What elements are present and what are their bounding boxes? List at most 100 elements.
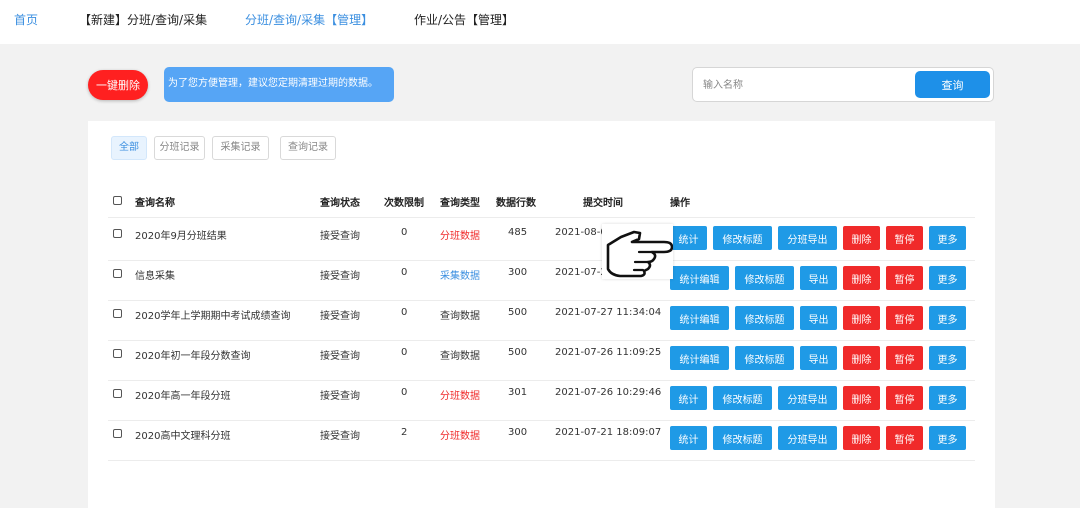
table-row: 2020年高一年段分班 接受查询 0 分班数据 301 2021-07-26 10:29:… [108, 380, 975, 421]
nav-new-item[interactable]: 【新建】分班/查询/采集 [79, 11, 207, 28]
submit-time: 2021-07-2 [555, 267, 607, 278]
action-button[interactable]: 统计 [670, 386, 707, 410]
row-checkbox[interactable] [113, 229, 122, 238]
nav-home[interactable]: 首页 [14, 11, 38, 28]
query-name: 信息采集 [135, 271, 175, 282]
search-button[interactable]: 查询 [915, 71, 990, 98]
action-button[interactable]: 修改标题 [713, 226, 772, 250]
action-button[interactable]: 删除 [843, 306, 880, 330]
filter-tab[interactable]: 采集记录 [212, 136, 269, 160]
query-limit: 0 [401, 227, 408, 238]
header-limit: 次数限制 [384, 198, 424, 209]
row-checkbox[interactable] [113, 269, 122, 278]
query-status: 接受查询 [320, 231, 360, 242]
table-row: 2020年9月分班结果 接受查询 0 分班数据 485 2021-08-0 统计 修改标题 分班… [108, 220, 975, 261]
action-button[interactable]: 更多 [929, 266, 966, 290]
filter-tab[interactable]: 全部 [111, 136, 147, 160]
action-button[interactable]: 删除 [843, 386, 880, 410]
action-button[interactable]: 分班导出 [778, 226, 837, 250]
row-checkbox[interactable] [113, 429, 122, 438]
filter-tab[interactable]: 查询记录 [280, 136, 336, 160]
header-time: 提交时间 [583, 198, 623, 209]
action-button[interactable]: 暂停 [886, 426, 923, 450]
query-type: 分班数据 [440, 431, 480, 442]
query-type: 分班数据 [440, 231, 480, 242]
delete-all-button[interactable]: 一键删除 [88, 70, 148, 100]
action-button[interactable]: 删除 [843, 226, 880, 250]
action-button[interactable]: 导出 [800, 346, 837, 370]
query-type: 分班数据 [440, 391, 480, 402]
query-name: 2020高中文理科分班 [135, 431, 231, 442]
row-checkbox[interactable] [113, 309, 122, 318]
query-limit: 0 [401, 347, 408, 358]
action-button[interactable]: 修改标题 [713, 426, 772, 450]
query-status: 接受查询 [320, 391, 360, 402]
action-button[interactable]: 删除 [843, 346, 880, 370]
search-input[interactable] [701, 74, 915, 96]
row-checkbox[interactable] [113, 389, 122, 398]
data-row-count: 300 [508, 267, 528, 278]
pointing-hand-icon [602, 224, 674, 279]
action-button[interactable]: 统计 [670, 226, 707, 250]
submit-time: 2021-07-21 18:09:07 [555, 427, 662, 438]
query-status: 接受查询 [320, 311, 360, 322]
header-status: 查询状态 [320, 198, 360, 209]
select-all-checkbox[interactable] [113, 196, 122, 205]
row-checkbox[interactable] [113, 349, 122, 358]
action-button[interactable]: 统计编辑 [670, 346, 729, 370]
action-button[interactable]: 统计 [670, 426, 707, 450]
submit-time: 2021-08-0 [555, 227, 607, 238]
action-button[interactable]: 暂停 [886, 346, 923, 370]
action-button[interactable]: 导出 [800, 266, 837, 290]
query-type: 查询数据 [440, 311, 480, 322]
nav-homework-manage[interactable]: 作业/公告【管理】 [414, 11, 514, 28]
data-row-count: 500 [508, 307, 528, 318]
action-button[interactable]: 统计编辑 [670, 266, 729, 290]
header-name: 查询名称 [135, 198, 175, 209]
data-row-count: 300 [508, 427, 528, 438]
query-status: 接受查询 [320, 351, 360, 362]
action-button[interactable]: 修改标题 [735, 306, 794, 330]
action-button[interactable]: 更多 [929, 386, 966, 410]
data-row-count: 500 [508, 347, 528, 358]
filter-tab[interactable]: 分班记录 [154, 136, 205, 160]
query-status: 接受查询 [320, 271, 360, 282]
action-button[interactable]: 删除 [843, 426, 880, 450]
nav-manage[interactable]: 分班/查询/采集【管理】 [245, 11, 373, 28]
query-type: 查询数据 [440, 351, 480, 362]
action-button[interactable]: 修改标题 [735, 346, 794, 370]
query-name: 2020年9月分班结果 [135, 231, 227, 242]
action-button[interactable]: 暂停 [886, 306, 923, 330]
query-name: 2020年初一年段分数查询 [135, 351, 251, 362]
action-button[interactable]: 分班导出 [778, 426, 837, 450]
top-nav: 首页 【新建】分班/查询/采集 分班/查询/采集【管理】 作业/公告【管理】 [0, 0, 1080, 44]
action-button[interactable]: 修改标题 [713, 386, 772, 410]
action-button[interactable]: 删除 [843, 266, 880, 290]
action-button[interactable]: 暂停 [886, 226, 923, 250]
table-row: 信息采集 接受查询 0 采集数据 300 2021-07-2 统计编辑 修改标题 导出 删除 暂停更… [108, 260, 975, 301]
action-button[interactable]: 更多 [929, 226, 966, 250]
cleanup-tip: 为了您方便管理，建议您定期清理过期的数据。 [164, 67, 394, 102]
action-button[interactable]: 更多 [929, 346, 966, 370]
action-button[interactable]: 更多 [929, 426, 966, 450]
data-row-count: 485 [508, 227, 528, 238]
query-limit: 2 [401, 427, 408, 438]
submit-time: 2021-07-27 11:34:04 [555, 307, 662, 318]
query-limit: 0 [401, 307, 408, 318]
header-ops: 操作 [670, 198, 690, 209]
submit-time: 2021-07-26 10:29:46 [555, 387, 662, 398]
action-button[interactable]: 修改标题 [735, 266, 794, 290]
table-header: 查询名称 查询状态 次数限制 查询类型 数据行数 提交时间 操作 [108, 191, 975, 218]
table-row: 2020年初一年段分数查询 接受查询 0 查询数据 500 2021-07-26 11:0… [108, 340, 975, 381]
data-row-count: 301 [508, 387, 528, 398]
action-button[interactable]: 导出 [800, 306, 837, 330]
records-panel: 全部 分班记录 采集记录 查询记录 查询名称 查询状态 次数限制 查询类型 数据行数 … [88, 121, 995, 508]
query-status: 接受查询 [320, 431, 360, 442]
query-limit: 0 [401, 387, 408, 398]
query-name: 2020年高一年段分班 [135, 391, 231, 402]
action-button[interactable]: 暂停 [886, 266, 923, 290]
action-button[interactable]: 统计编辑 [670, 306, 729, 330]
action-button[interactable]: 暂停 [886, 386, 923, 410]
action-button[interactable]: 分班导出 [778, 386, 837, 410]
action-button[interactable]: 更多 [929, 306, 966, 330]
